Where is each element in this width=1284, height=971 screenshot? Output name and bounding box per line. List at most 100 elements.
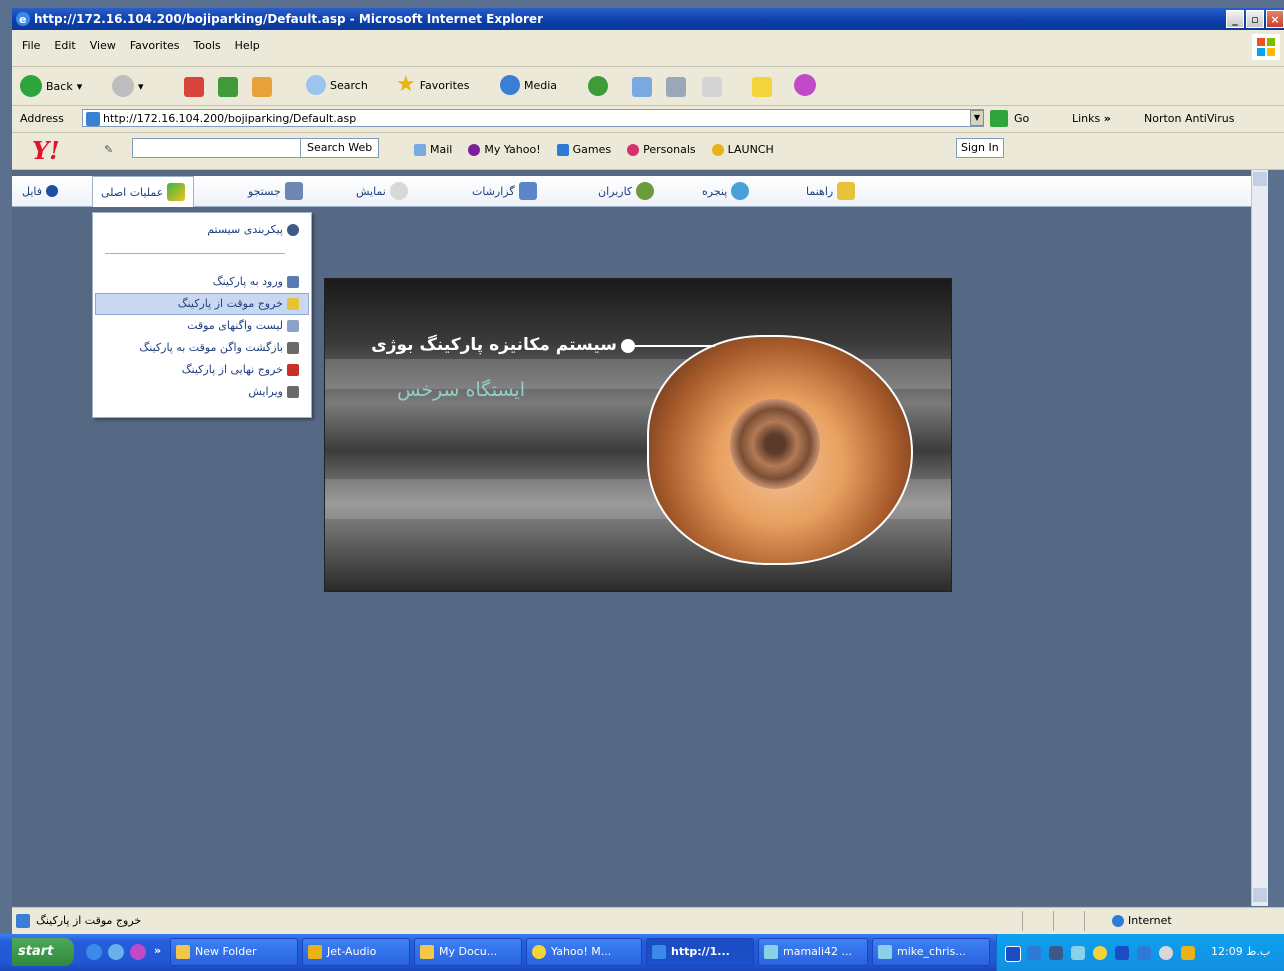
yahoo-mail-button[interactable]: Mail [414,143,452,156]
star-icon: ★ [396,72,416,97]
app-menu-file-label: فایل [22,184,43,198]
task-label: Yahoo! M... [551,945,612,958]
media-button[interactable]: Media [500,75,557,95]
app-menu-main-operations[interactable]: عملیات اصلی [92,176,195,207]
launch-icon [711,143,724,156]
app-menu-file[interactable]: فایل [22,176,59,206]
tray-app-icon[interactable] [1049,946,1063,960]
desktop: e http://172.16.104.200/bojiparking/Defa… [0,0,1284,971]
tray-network2-icon[interactable] [1137,946,1151,960]
language-icon[interactable] [1005,946,1021,962]
app-menu-reports[interactable]: گزارشات [472,176,537,206]
task-yahoo-messenger[interactable]: Yahoo! M... [526,938,642,966]
favorites-button[interactable]: ★ Favorites [396,72,469,97]
wheel-hub-image [730,399,820,489]
back-button[interactable]: Back ▾ [20,75,82,97]
yahoo-logo[interactable]: Y! [32,136,60,165]
app-menu-help[interactable]: راهنما [806,176,856,206]
windows-logo-icon [1252,34,1280,60]
app-menu-search[interactable]: جستجو [248,176,303,206]
task-my-documents[interactable]: My Docu... [414,938,522,966]
hero-banner: سیستم مکانیزه پارکینگ بوژی ایستگاه سرخس [324,278,952,592]
links-label: Links [1072,112,1101,125]
minimize-button[interactable]: _ [1226,10,1244,28]
task-chat-mamali[interactable]: mamali42 ... [758,938,868,966]
history-icon[interactable] [588,76,608,96]
yahoo-tray-icon[interactable] [1093,946,1107,960]
close-button[interactable]: × [1266,10,1284,28]
menu-help[interactable]: Help [235,39,260,52]
window-titlebar[interactable]: e http://172.16.104.200/bojiparking/Defa… [12,8,1284,30]
menu-favorites[interactable]: Favorites [130,39,180,52]
go-arrow-icon[interactable] [990,110,1008,127]
links-button[interactable]: Links » [1072,112,1111,125]
home-icon[interactable] [252,77,272,97]
task-internet-explorer[interactable]: http://1... [646,938,754,966]
sign-in-button[interactable]: Sign In [956,138,1004,158]
search-web-button[interactable]: Search Web [300,138,380,158]
app-menu-window[interactable]: پنجره [702,176,750,206]
menu-edit[interactable]: Edit [54,39,75,52]
yahoo-search-input[interactable] [132,138,302,158]
scroll-down-button[interactable] [1253,888,1267,902]
dropdown-item-temp-wagon-list[interactable]: لیست واگنهای موقت [187,319,299,332]
address-input[interactable] [82,109,984,127]
mail-icon[interactable] [632,77,652,97]
ie-quicklaunch-icon[interactable] [86,944,102,960]
personals-button[interactable]: Personals [627,143,696,156]
stop-icon[interactable] [184,77,204,97]
menu-tools[interactable]: Tools [194,39,221,52]
file-icon [46,185,59,197]
window-title: http://172.16.104.200/bojiparking/Defaul… [34,12,543,26]
tray-security-icon[interactable] [1181,946,1195,960]
print-icon[interactable] [666,77,686,97]
maximize-button[interactable]: ▫ [1246,10,1264,28]
status-text: خروج موقت از پارکینگ [36,914,142,927]
zone-label: Internet [1128,914,1172,927]
vertical-scrollbar[interactable] [1251,170,1268,906]
launch-button[interactable]: LAUNCH [711,143,774,156]
messenger-icon[interactable] [794,74,816,96]
dropdown-item-final-exit[interactable]: خروج نهایی از پارکینگ [182,363,299,376]
my-yahoo-button[interactable]: My Yahoo! [468,143,541,156]
chat-icon [878,945,892,959]
app-menu-users[interactable]: کاربران [598,176,655,206]
go-button[interactable]: Go [1014,112,1029,125]
tray-chat-icon[interactable] [1071,946,1085,960]
tray-b-icon[interactable] [1115,946,1129,960]
start-button[interactable]: start [12,938,74,966]
games-button[interactable]: Games [556,143,611,156]
task-new-folder[interactable]: New Folder [170,938,298,966]
pencil-icon[interactable]: ✎ [104,143,113,156]
scroll-up-button[interactable] [1253,172,1267,186]
dropdown-item-parking-entry[interactable]: ورود به پارکینگ [213,275,299,288]
network-icon[interactable] [1027,946,1041,960]
menu-file[interactable]: File [22,39,40,52]
tray-sound-icon[interactable] [1159,946,1173,960]
discuss-icon[interactable] [752,77,772,97]
dropdown-item-temp-exit[interactable]: خروج موقت از پارکینگ [178,297,299,310]
edit-icon[interactable] [702,77,722,97]
task-label: My Docu... [439,945,498,958]
task-chat-mike[interactable]: mike_chris... [872,938,990,966]
search-button[interactable]: Search [306,75,368,95]
menu-view[interactable]: View [90,39,116,52]
temp-exit-icon [287,297,299,310]
back-label: Back [46,79,73,93]
address-dropdown-button[interactable]: ▼ [970,110,984,126]
dropdown-item-edit[interactable]: ویرایش [248,385,299,398]
quicklaunch-chevron[interactable]: » [154,944,161,957]
forward-button[interactable]: ▾ [112,75,144,97]
users-icon [636,182,655,200]
window-icon [731,182,750,200]
desktop-quicklaunch-icon[interactable] [108,944,124,960]
norton-antivirus-button[interactable]: Norton AntiVirus [1144,112,1234,125]
task-jet-audio[interactable]: Jet-Audio [302,938,410,966]
app-menu-view[interactable]: نمایش [356,176,408,206]
main-operations-dropdown: پیکربندی سیستم ورود به پارکینگ خروج موقت… [92,212,312,418]
dropdown-item-system-config[interactable]: پیکربندی سیستم [207,223,299,236]
refresh-icon[interactable] [218,77,238,97]
dropdown-item-return-temp-wagon[interactable]: بازگشت واگن موقت به پارکینگ [139,341,299,354]
messenger-quicklaunch-icon[interactable] [130,944,146,960]
app-menu-users-label: کاربران [598,184,633,198]
